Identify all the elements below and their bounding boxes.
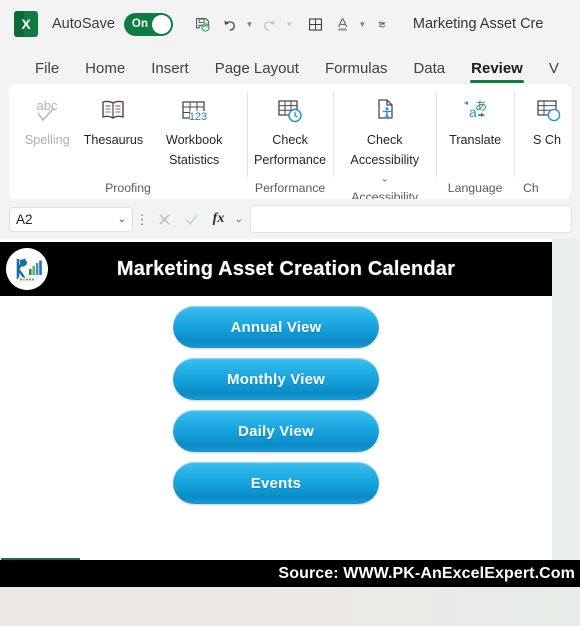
ribbon-button-show-changes-label: S Ch <box>533 133 562 147</box>
redo-dropdown-chevron-down-icon: ▾ <box>287 18 292 29</box>
ribbon-button-workbook-statistics-label: Workbook Statistics <box>165 133 223 167</box>
tab-data[interactable]: Data <box>400 60 458 84</box>
events-button[interactable]: Events <box>173 462 379 504</box>
ribbon-group-name-proofing: Proofing <box>105 181 151 195</box>
excel-icon: X <box>14 11 38 37</box>
window-bottom-strip <box>0 586 580 626</box>
title-bar: X AutoSave On ▾ ▾ ▾ ⩬ Marketing Asset Cr… <box>0 0 580 48</box>
abc-check-icon: abc <box>30 93 64 131</box>
customize-quick-access-toolbar-icon[interactable]: ⩬ <box>369 10 395 38</box>
tab-review[interactable]: Review <box>458 60 536 84</box>
ribbon-button-check-accessibility-label: Check Accessibility ⌄ <box>350 133 420 184</box>
svg-text:abc: abc <box>37 98 58 113</box>
worksheet-right-gutter <box>552 239 580 600</box>
formula-bar-grip[interactable]: ⋮ <box>133 213 151 226</box>
ribbon-button-translate[interactable]: a あ Translate <box>442 90 508 151</box>
navigation-buttons: Annual View Monthly View Daily View Even… <box>0 301 552 509</box>
tab-file[interactable]: File <box>22 60 72 84</box>
font-color-dropdown-chevron-down-icon[interactable]: ▾ <box>356 10 369 38</box>
tab-formulas[interactable]: Formulas <box>312 60 401 84</box>
ribbon: abc Spelling Thesaurus 123 Workbook Stat… <box>9 84 571 199</box>
ribbon-button-show-changes[interactable]: S Ch <box>514 90 571 151</box>
cancel-icon <box>151 207 178 232</box>
ribbon-button-spelling[interactable]: abc Spelling <box>18 90 77 151</box>
ribbon-group-name-language: Language <box>447 181 503 195</box>
daily-view-button-wrap: Daily View <box>0 405 552 457</box>
ribbon-group-language: a あ Translate Language <box>436 84 514 199</box>
formula-bar: A2 ⌄ ⋮ fx ⌄ <box>0 199 580 239</box>
ribbon-button-spelling-label: Spelling <box>24 133 70 147</box>
chevron-down-icon[interactable]: ⌄ <box>381 174 389 184</box>
redo-icon <box>256 10 283 38</box>
show-changes-icon <box>530 93 564 131</box>
tab-page-layout[interactable]: Page Layout <box>202 60 312 84</box>
enter-check-icon <box>178 207 205 232</box>
ribbon-group-name-performance: Performance <box>254 181 326 195</box>
ribbon-group-performance: Check Performance Performance <box>246 84 333 199</box>
table-123-icon: 123 <box>177 93 211 131</box>
source-footer: Source: WWW.PK-AnExcelExpert.Com <box>0 560 580 587</box>
ribbon-button-check-accessibility[interactable]: Check Accessibility ⌄ <box>341 90 429 190</box>
worksheet-area: Marketing Asset Creation Calendar Annual… <box>0 239 580 600</box>
tab-home[interactable]: Home <box>72 60 138 84</box>
translate-icon: a あ <box>458 93 492 131</box>
annual-view-button-wrap: Annual View <box>0 301 552 353</box>
pk-an-excel-expert-logo <box>6 248 48 290</box>
autosave-toggle[interactable]: On <box>123 12 173 36</box>
source-footer-text: Source: WWW.PK-AnExcelExpert.Com <box>278 564 575 582</box>
document-title[interactable]: Marketing Asset Cre <box>413 16 544 32</box>
toggle-knob <box>151 14 171 34</box>
ribbon-button-thesaurus-label: Thesaurus <box>83 133 144 147</box>
monthly-view-button-wrap: Monthly View <box>0 353 552 405</box>
book-icon <box>96 93 130 131</box>
ribbon-button-thesaurus[interactable]: Thesaurus <box>77 90 151 151</box>
undo-icon[interactable] <box>216 10 243 38</box>
formula-expand-chevron-down-icon[interactable]: ⌄ <box>232 207 246 232</box>
ribbon-tabs: File Home Insert Page Layout Formulas Da… <box>0 48 580 84</box>
autosave-label: AutoSave <box>52 16 115 32</box>
tab-view[interactable]: V <box>536 60 572 84</box>
ribbon-group-name-changes: Ch <box>523 181 539 195</box>
insert-function-icon[interactable]: fx <box>205 207 232 232</box>
excel-window: X AutoSave On ▾ ▾ ▾ ⩬ Marketing Asset Cr… <box>0 0 580 626</box>
autosave-state: On <box>131 18 149 30</box>
svg-text:あ: あ <box>475 99 487 113</box>
ribbon-group-changes: S Ch Ch <box>514 84 571 199</box>
name-box-value: A2 <box>16 211 33 227</box>
save-icon[interactable] <box>189 10 216 38</box>
calendar-banner: Marketing Asset Creation Calendar <box>0 242 552 296</box>
table-clock-icon <box>273 93 307 131</box>
name-box[interactable]: A2 ⌄ <box>9 206 133 232</box>
undo-dropdown-chevron-down-icon[interactable]: ▾ <box>243 10 256 38</box>
ribbon-button-check-performance-label: Check Performance <box>254 133 327 167</box>
ribbon-button-translate-label: Translate <box>449 133 502 147</box>
ribbon-group-accessibility: Check Accessibility ⌄ Accessibility <box>333 84 436 199</box>
ribbon-button-workbook-statistics[interactable]: 123 Workbook Statistics <box>150 90 238 170</box>
formula-controls: fx ⌄ <box>151 207 246 232</box>
quick-access-toolbar: ▾ ▾ ▾ ⩬ <box>189 10 395 38</box>
formula-input[interactable] <box>250 205 572 233</box>
borders-icon[interactable] <box>302 10 329 38</box>
tab-insert[interactable]: Insert <box>138 60 202 84</box>
monthly-view-button[interactable]: Monthly View <box>173 358 379 400</box>
events-button-wrap: Events <box>0 457 552 509</box>
font-color-icon[interactable] <box>329 10 356 38</box>
name-box-chevron-down-icon[interactable]: ⌄ <box>118 214 126 225</box>
annual-view-button[interactable]: Annual View <box>173 306 379 348</box>
calendar-title: Marketing Asset Creation Calendar <box>116 257 456 280</box>
svg-text:123: 123 <box>189 111 207 123</box>
ribbon-group-name-accessibility: Accessibility <box>351 189 419 199</box>
daily-view-button[interactable]: Daily View <box>173 410 379 452</box>
ribbon-button-check-performance[interactable]: Check Performance <box>247 90 333 170</box>
ribbon-group-proofing: abc Spelling Thesaurus 123 Workbook Stat… <box>9 84 247 199</box>
accessibility-page-icon <box>368 93 402 131</box>
